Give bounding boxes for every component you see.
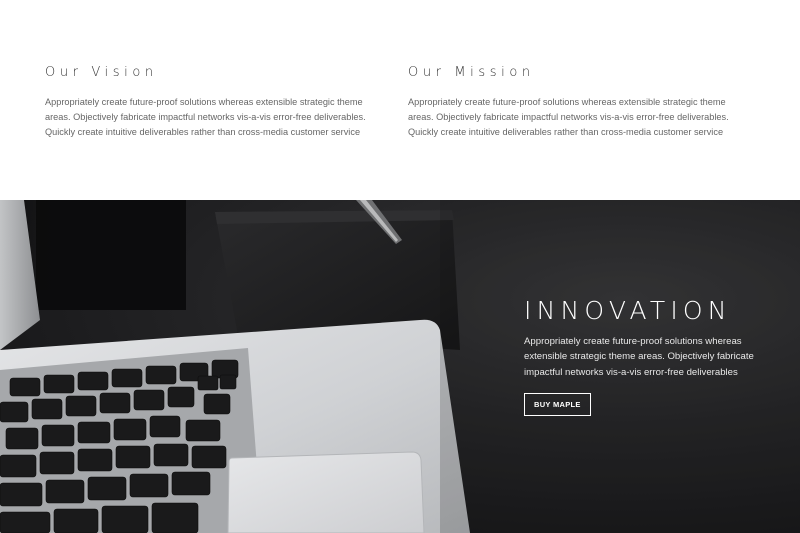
- mission-block: Our Mission Appropriately create future-…: [408, 64, 738, 139]
- vision-text: Appropriately create future-proof soluti…: [45, 97, 366, 137]
- buy-maple-button[interactable]: BUY MAPLE: [524, 392, 591, 416]
- hero-content: INNOVATION Appropriately create future-p…: [524, 296, 764, 416]
- vision-heading: Our Vision: [45, 65, 158, 80]
- mission-heading: Our Mission: [408, 65, 535, 80]
- hero-title: INNOVATION: [524, 296, 732, 325]
- hero-banner: INNOVATION Appropriately create future-p…: [0, 200, 800, 533]
- vision-block: Our Vision Appropriately create future-p…: [45, 64, 375, 139]
- intro-section: Our Vision Appropriately create future-p…: [0, 0, 800, 200]
- hero-description: Appropriately create future-proof soluti…: [524, 336, 754, 378]
- mission-text: Appropriately create future-proof soluti…: [408, 97, 729, 137]
